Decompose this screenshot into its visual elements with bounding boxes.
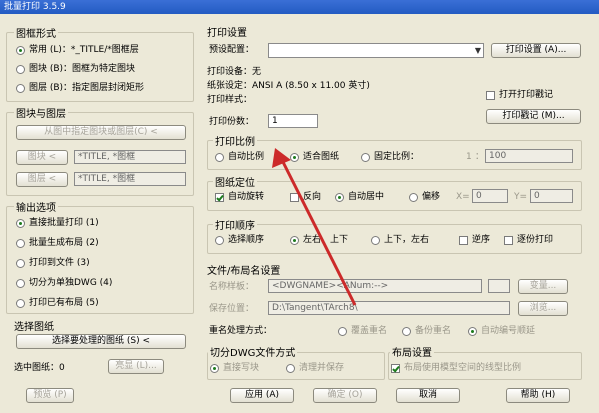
batch-print-dialog: 批量打印 3.5.9 图框形式 常用 (L)：*_TITLE/*图框层 图块 (…	[0, 0, 599, 413]
annotation-arrow-line	[280, 159, 357, 306]
annotation-arrow	[272, 148, 357, 306]
annotation-arrow-head	[272, 148, 291, 168]
